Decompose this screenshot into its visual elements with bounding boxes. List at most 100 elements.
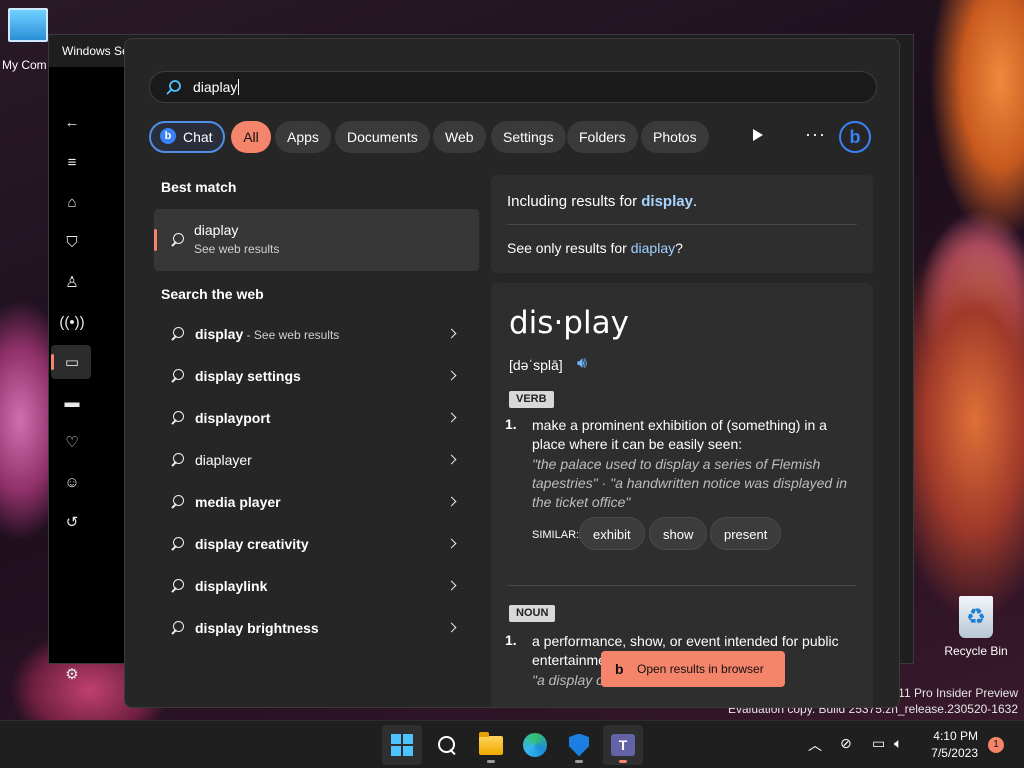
web-suggestion-item[interactable]: display brightness bbox=[154, 608, 479, 650]
divider bbox=[507, 224, 857, 225]
dictionary-card: dis·play [dəˈsplā] 🔊︎ VERB 1. make a pro… bbox=[491, 283, 873, 707]
chat-button[interactable]: b Chat bbox=[149, 121, 225, 153]
folder-icon bbox=[479, 731, 503, 755]
filter-settings[interactable]: Settings bbox=[491, 121, 566, 153]
dictionary-word: dis·play bbox=[509, 305, 629, 341]
suggestion-text: display creativity bbox=[195, 536, 309, 552]
including-results-text: Including results for display. bbox=[507, 193, 698, 210]
search-box[interactable]: diaplay bbox=[149, 71, 877, 103]
desktop-icon-recycle-bin[interactable]: ♻ Recycle Bin bbox=[940, 596, 1012, 658]
search-icon bbox=[170, 233, 184, 247]
corrected-query-link[interactable]: display bbox=[641, 193, 693, 210]
web-suggestion-item[interactable]: display settings bbox=[154, 356, 479, 398]
shield-icon bbox=[569, 733, 589, 757]
similar-word-chip[interactable]: show bbox=[649, 517, 708, 550]
search-input[interactable]: diaplay bbox=[193, 79, 240, 95]
search-icon bbox=[170, 411, 184, 425]
filter-web[interactable]: Web bbox=[433, 121, 486, 153]
suggestion-text: display brightness bbox=[195, 620, 319, 636]
best-match-subtitle: See web results bbox=[194, 242, 280, 256]
volume-icon[interactable]: 🔈︎ bbox=[894, 735, 902, 752]
search-flyout: diaplay b Chat All Apps Documents Web Se… bbox=[124, 38, 900, 708]
chevron-up-icon[interactable]: ︿ bbox=[808, 735, 822, 755]
filter-apps[interactable]: Apps bbox=[275, 121, 331, 153]
display-icon[interactable]: ▭ bbox=[872, 735, 885, 752]
web-suggestion-item[interactable]: display - See web results bbox=[154, 314, 479, 356]
suggestion-text: display bbox=[195, 326, 244, 342]
search-icon bbox=[170, 327, 184, 341]
play-icon[interactable] bbox=[753, 129, 763, 141]
similar-label: SIMILAR: bbox=[532, 529, 580, 541]
taskbar: T ︿ ⊘ ▭ 🔈︎ 4:10 PM 7/5/2023 1 bbox=[0, 720, 1024, 768]
chevron-right-icon bbox=[446, 496, 457, 507]
network-offline-icon[interactable]: ⊘ bbox=[840, 735, 852, 752]
filter-all[interactable]: All bbox=[231, 121, 271, 153]
start-button[interactable] bbox=[382, 725, 422, 765]
filter-folders[interactable]: Folders bbox=[567, 121, 638, 153]
original-query-link[interactable]: diaplay bbox=[631, 240, 675, 256]
web-suggestion-item[interactable]: displayport bbox=[154, 398, 479, 440]
search-icon bbox=[170, 495, 184, 509]
search-icon bbox=[170, 621, 184, 635]
chevron-right-icon bbox=[446, 370, 457, 381]
search-web-heading: Search the web bbox=[161, 286, 264, 302]
person-icon[interactable]: ♙ bbox=[63, 273, 81, 291]
os-watermark-line1: s 11 Pro Insider Preview bbox=[888, 686, 1018, 700]
similar-word-chip[interactable]: present bbox=[710, 517, 782, 550]
part-of-speech-noun: NOUN bbox=[509, 605, 556, 622]
verb-example: "the palace used to display a series of … bbox=[532, 456, 847, 510]
definition-number: 1. bbox=[505, 632, 517, 648]
more-options-button[interactable]: ··· bbox=[805, 125, 826, 143]
file-explorer-button[interactable] bbox=[471, 725, 511, 765]
best-match-item[interactable]: diaplay See web results bbox=[154, 209, 479, 271]
shield-icon[interactable]: ⛉ bbox=[63, 233, 81, 251]
clock[interactable]: 4:10 PM 7/5/2023 bbox=[931, 728, 978, 762]
search-icon bbox=[170, 453, 184, 467]
family-icon[interactable]: ☺ bbox=[63, 473, 81, 491]
suggestion-text: display settings bbox=[195, 368, 301, 384]
web-suggestion-item[interactable]: diaplayer bbox=[154, 440, 479, 482]
verb-definition: make a prominent exhibition of (somethin… bbox=[532, 417, 827, 452]
chevron-right-icon bbox=[446, 580, 457, 591]
chevron-right-icon bbox=[446, 538, 457, 549]
bing-chat-icon[interactable]: b bbox=[839, 121, 871, 153]
chevron-right-icon bbox=[446, 454, 457, 465]
device-icon[interactable]: ▬ bbox=[63, 393, 81, 411]
web-suggestion-item[interactable]: displaylink bbox=[154, 566, 479, 608]
settings-gear-icon[interactable]: ⚙ bbox=[63, 665, 81, 683]
health-icon[interactable]: ♡ bbox=[63, 433, 81, 451]
wireless-icon[interactable]: ((•)) bbox=[59, 313, 84, 331]
suggestion-text: media player bbox=[195, 494, 281, 510]
teams-button[interactable]: T bbox=[603, 725, 643, 765]
web-suggestion-item[interactable]: display creativity bbox=[154, 524, 479, 566]
definition-number: 1. bbox=[505, 416, 517, 432]
filter-photos[interactable]: Photos bbox=[641, 121, 709, 153]
part-of-speech-verb: VERB bbox=[509, 391, 554, 408]
filter-documents[interactable]: Documents bbox=[335, 121, 430, 153]
speaker-icon[interactable]: 🔊︎ bbox=[577, 355, 587, 373]
similar-word-chip[interactable]: exhibit bbox=[579, 517, 645, 550]
back-icon[interactable]: ← bbox=[63, 113, 81, 131]
chevron-right-icon bbox=[446, 622, 457, 633]
web-suggestion-item[interactable]: media player bbox=[154, 482, 479, 524]
home-icon[interactable]: ⌂ bbox=[63, 193, 81, 211]
open-in-browser-button[interactable]: b Open results in browser bbox=[601, 651, 785, 687]
chevron-right-icon bbox=[446, 412, 457, 423]
edge-icon bbox=[523, 733, 547, 757]
teams-icon: T bbox=[611, 734, 635, 756]
menu-icon[interactable]: ≡ bbox=[63, 153, 81, 171]
windows-logo-icon bbox=[391, 734, 413, 756]
notification-badge[interactable]: 1 bbox=[988, 737, 1004, 753]
original-results-text: See only results for diaplay? bbox=[507, 240, 683, 256]
computer-icon bbox=[8, 8, 48, 42]
pronunciation: [dəˈsplā] bbox=[509, 357, 563, 373]
security-app-button[interactable] bbox=[559, 725, 599, 765]
taskbar-search-button[interactable] bbox=[427, 725, 467, 765]
edge-button[interactable] bbox=[515, 725, 555, 765]
recycle-bin-icon: ♻ bbox=[959, 596, 993, 638]
history-icon[interactable]: ↺ bbox=[63, 513, 81, 531]
search-icon bbox=[170, 579, 184, 593]
search-icon bbox=[170, 537, 184, 551]
suggestion-text: displaylink bbox=[195, 578, 268, 594]
app-browser-icon[interactable]: ▭ bbox=[63, 353, 81, 371]
